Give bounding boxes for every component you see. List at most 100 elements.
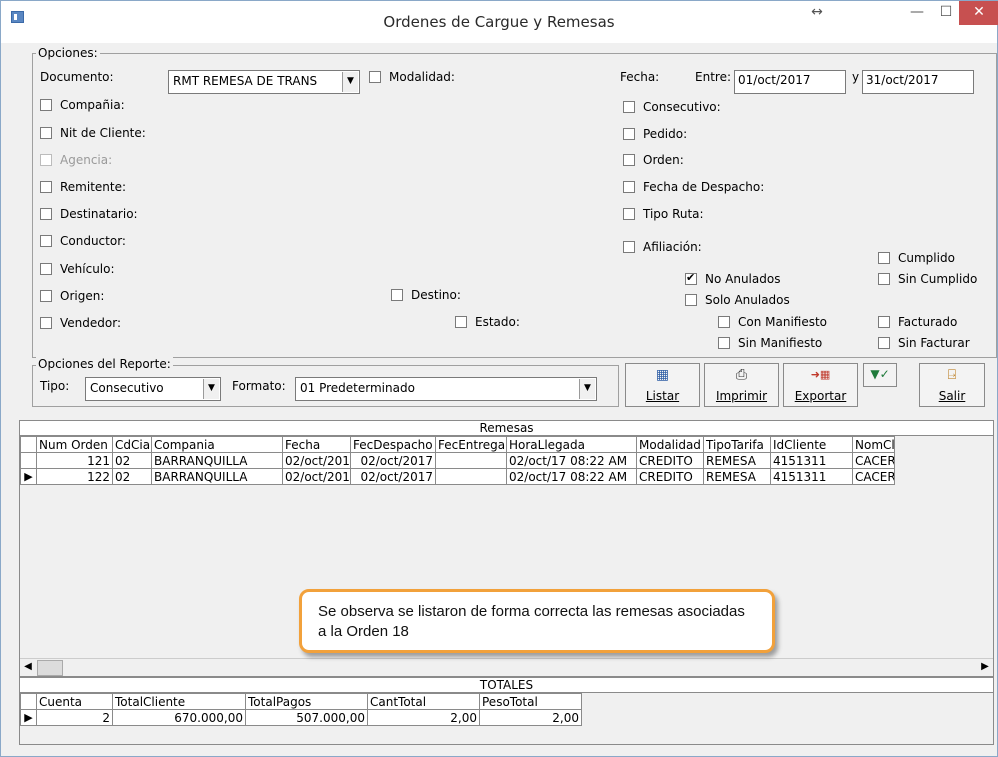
modalidad-checkbox[interactable] [369,71,381,83]
table-row[interactable]: ▶ 122 02 BARRANQUILLA 02/oct/2017 02/oct/2017… [20,468,895,485]
table-cell[interactable]: CACER [852,452,895,469]
column-header-fecentrega[interactable]: FecEntrega [435,436,507,453]
column-header-fecdespacho[interactable]: FecDespacho [350,436,436,453]
filter-icon: ▼✓ [870,367,890,381]
column-header-num-orden[interactable]: Num Orden [36,436,113,453]
listar-button[interactable]: ▦ Listar [625,363,700,407]
chevron-down-icon[interactable]: ▼ [342,72,358,92]
resize-icon[interactable]: ↔ [805,1,829,25]
column-header-horallegada[interactable]: HoraLlegada [506,436,637,453]
estado-checkbox[interactable] [455,316,467,328]
documento-select[interactable]: RMT REMESA DE TRANS ▼ [168,70,360,94]
pedido-checkbox[interactable] [623,128,635,140]
column-header-modalidad[interactable]: Modalidad [636,436,704,453]
table-cell[interactable]: 02/oct/17 08:22 AM [506,468,637,485]
table-cell[interactable]: 2,00 [367,709,480,726]
exportar-button[interactable]: ➜▦ Exportar [783,363,858,407]
chevron-down-icon[interactable]: ▼ [579,379,595,399]
filter-button[interactable]: ▼✓ [863,363,897,387]
table-cell[interactable]: 02/oct/17 08:22 AM [506,452,637,469]
horizontal-scrollbar[interactable]: ◀ ▶ [20,658,993,676]
table-cell[interactable]: 02/oct/2017 [350,452,436,469]
vehiculo-checkbox[interactable] [40,263,52,275]
imprimir-button[interactable]: ⎙ Imprimir [704,363,779,407]
formato-select[interactable]: 01 Predeterminado ▼ [295,377,597,401]
fecha-desde-field[interactable]: 01/oct/2017 [734,70,846,94]
column-header-nomcl[interactable]: NomCl [852,436,895,453]
scroll-right-icon[interactable]: ▶ [977,659,993,675]
table-cell[interactable]: REMESA [703,468,771,485]
column-header-idcliente[interactable]: IdCliente [770,436,853,453]
minimize-button[interactable]: — [903,1,931,25]
column-header-totalcliente[interactable]: TotalCliente [112,693,246,710]
table-cell[interactable]: CREDITO [636,452,704,469]
tipo-ruta-checkbox[interactable] [623,208,635,220]
table-cell[interactable]: BARRANQUILLA [151,452,283,469]
conductor-checkbox[interactable] [40,235,52,247]
title-bar[interactable]: Ordenes de Cargue y Remesas ↔ — ☐ ✕ [1,1,998,43]
remitente-checkbox[interactable] [40,181,52,193]
fecha-hasta-field[interactable]: 31/oct/2017 [862,70,974,94]
scrollbar-thumb[interactable] [37,660,63,676]
column-header-compania[interactable]: Compania [151,436,283,453]
con-manifiesto-checkbox[interactable] [718,316,730,328]
table-cell[interactable]: CREDITO [636,468,704,485]
column-header-canttotal[interactable]: CantTotal [367,693,480,710]
column-header-fecha[interactable]: Fecha [282,436,351,453]
origen-checkbox[interactable] [40,290,52,302]
documento-value: RMT REMESA DE TRANS [173,74,318,88]
no-anulados-checkbox[interactable] [685,271,697,285]
row-selector[interactable] [20,452,37,469]
sin-cumplido-checkbox[interactable] [878,273,890,285]
table-cell[interactable]: 02/oct/2017 [282,452,351,469]
table-cell[interactable]: 121 [36,452,113,469]
table-cell[interactable]: 670.000,00 [112,709,246,726]
chevron-down-icon[interactable]: ▼ [203,379,219,399]
consecutivo-checkbox[interactable] [623,101,635,113]
vendedor-checkbox[interactable] [40,317,52,329]
compania-checkbox[interactable] [40,99,52,111]
facturado-checkbox[interactable] [878,316,890,328]
totales-grid[interactable]: TOTALES Cuenta TotalCliente TotalPagos Cant… [19,677,994,745]
column-header-tipotarifa[interactable]: TipoTarifa [703,436,771,453]
table-cell[interactable]: 2 [36,709,113,726]
table-cell[interactable]: 02/oct/2017 [350,468,436,485]
column-header-pesototal[interactable]: PesoTotal [479,693,582,710]
table-row[interactable]: 121 02 BARRANQUILLA 02/oct/2017 02/oct/2017 0… [20,452,895,469]
table-cell[interactable]: 4151311 [770,452,853,469]
tipo-select[interactable]: Consecutivo ▼ [85,377,221,401]
table-cell[interactable] [435,452,507,469]
solo-anulados-checkbox[interactable] [685,294,697,306]
table-cell[interactable]: REMESA [703,452,771,469]
sin-facturar-checkbox[interactable] [878,337,890,349]
fecha-de-despacho-checkbox[interactable] [623,181,635,193]
column-header-cdcia[interactable]: CdCia [112,436,152,453]
table-cell[interactable]: 122 [36,468,113,485]
table-cell[interactable]: 2,00 [479,709,582,726]
table-cell[interactable]: CACER [852,468,895,485]
cumplido-checkbox[interactable] [878,252,890,264]
table-cell[interactable]: 4151311 [770,468,853,485]
agencia-checkbox[interactable] [40,154,52,166]
column-header-totalpagos[interactable]: TotalPagos [245,693,368,710]
nit-de-cliente-checkbox[interactable] [40,127,52,139]
table-cell[interactable]: 02/oct/2017 [282,468,351,485]
table-cell[interactable]: 507.000,00 [245,709,368,726]
row-selector[interactable]: ▶ [20,468,37,485]
close-button[interactable]: ✕ [959,1,998,25]
destino-checkbox[interactable] [391,289,403,301]
table-cell[interactable]: 02 [112,452,152,469]
column-header-cuenta[interactable]: Cuenta [36,693,113,710]
table-cell[interactable] [435,468,507,485]
row-selector[interactable]: ▶ [20,709,37,726]
scroll-left-icon[interactable]: ◀ [20,659,36,675]
maximize-button[interactable]: ☐ [931,1,961,25]
orden-checkbox[interactable] [623,154,635,166]
salir-button[interactable]: ⍈ Salir [919,363,985,407]
table-cell[interactable]: 02 [112,468,152,485]
table-cell[interactable]: BARRANQUILLA [151,468,283,485]
destinatario-checkbox[interactable] [40,208,52,220]
table-row[interactable]: ▶ 2 670.000,00 507.000,00 2,00 2,00 [20,709,582,726]
afiliacion-checkbox[interactable] [623,241,635,253]
sin-manifiesto-checkbox[interactable] [718,337,730,349]
